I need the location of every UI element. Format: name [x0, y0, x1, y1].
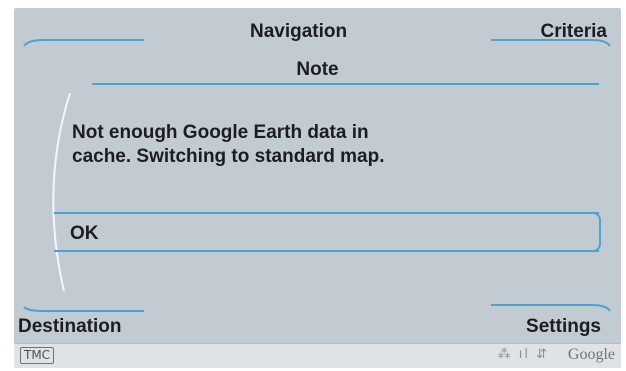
google-logo: Google: [567, 346, 615, 363]
dialog-message: Not enough Google Earth data in cache. S…: [72, 121, 522, 169]
bottom-right-softkey-line: [491, 304, 611, 312]
dialog-left-arc: [52, 92, 71, 292]
signal-icon: ⁂ ıl ⇵: [497, 347, 549, 362]
ok-button-cap: [591, 212, 601, 252]
criteria-softkey[interactable]: Criteria: [540, 21, 607, 43]
bottom-left-softkey-line: [23, 306, 144, 312]
settings-softkey[interactable]: Settings: [526, 316, 601, 338]
dialog-message-line-2: cache. Switching to standard map.: [72, 146, 385, 167]
top-left-softkey-line: [23, 39, 144, 47]
navigation-label: Navigation: [250, 21, 348, 42]
dialog-message-line-1: Not enough Google Earth data in: [72, 122, 369, 143]
tmc-badge: TMC: [20, 347, 55, 364]
status-bar: TMC ⁂ ıl ⇵ Google: [14, 343, 621, 368]
dialog-title: Note: [296, 59, 339, 80]
destination-softkey[interactable]: Destination: [18, 316, 121, 338]
infotainment-screen: Navigation Criteria Note Not enough Goog…: [14, 8, 621, 368]
ok-button-label: OK: [70, 223, 99, 244]
ok-button[interactable]: OK: [54, 212, 601, 252]
